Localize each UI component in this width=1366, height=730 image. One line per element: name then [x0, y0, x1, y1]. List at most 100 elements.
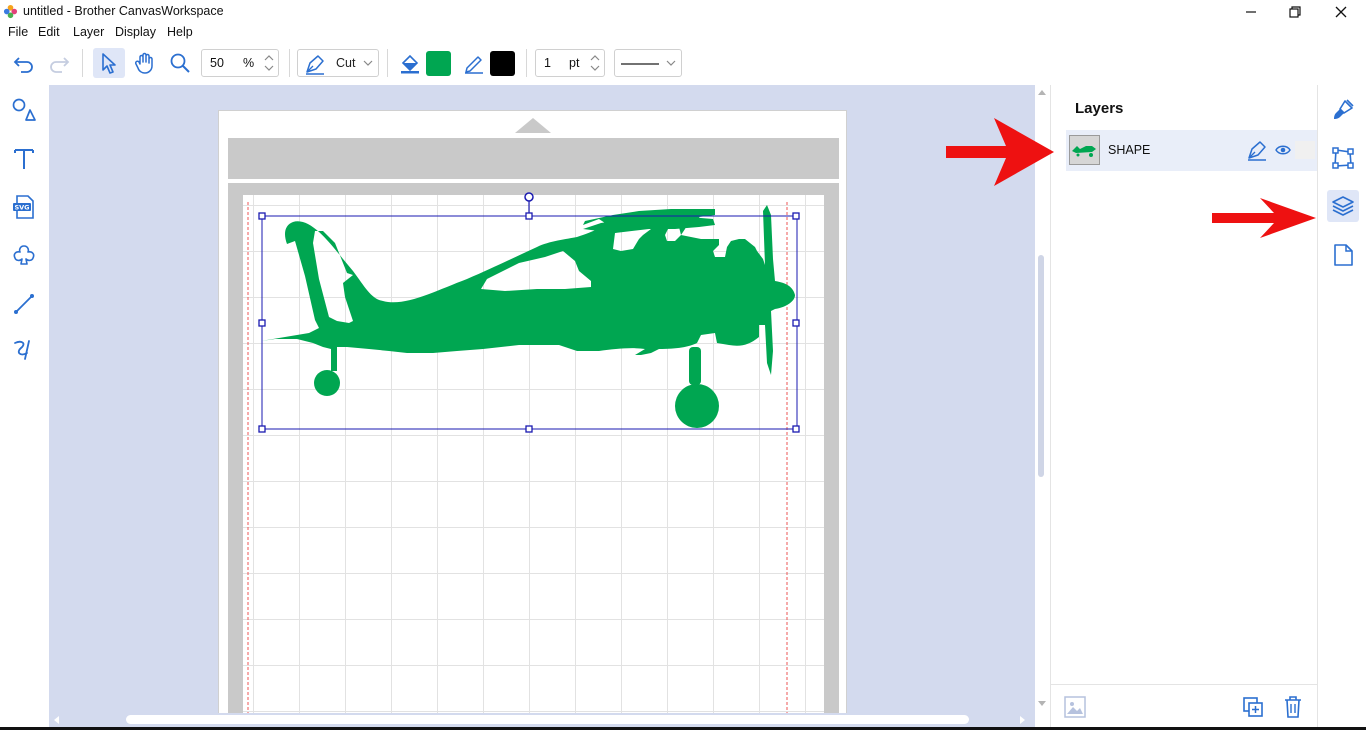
- panel-title: Layers: [1075, 100, 1124, 117]
- scroll-left-icon[interactable]: [53, 716, 59, 724]
- magnifier-icon: [170, 53, 190, 73]
- layer-lock-toggle[interactable]: [1295, 141, 1315, 159]
- menu-layer[interactable]: Layer: [73, 25, 104, 39]
- toolbar-divider: [387, 49, 388, 77]
- horizontal-scroll-thumb[interactable]: [126, 715, 969, 724]
- resize-handle[interactable]: [258, 319, 266, 327]
- main-toolbar: 50 % Cut 1 pt: [0, 43, 1366, 85]
- image-icon[interactable]: [1063, 695, 1087, 719]
- resize-handle[interactable]: [525, 425, 533, 433]
- title-bar: untitled - Brother CanvasWorkspace: [0, 0, 1366, 23]
- layer-row[interactable]: SHAPE: [1066, 130, 1318, 171]
- paint-brush-icon: [1334, 99, 1354, 119]
- horizontal-scrollbar[interactable]: [49, 713, 1035, 727]
- solid-line-icon: [621, 63, 659, 65]
- layer-name: SHAPE: [1108, 143, 1151, 157]
- menu-edit[interactable]: Edit: [38, 25, 60, 39]
- line-width-value: 1: [544, 56, 551, 70]
- transform-icon: [1332, 147, 1354, 169]
- line-tool[interactable]: [10, 290, 38, 318]
- annotation-arrow-icon: [946, 118, 1054, 186]
- layers-panel-footer: [1051, 684, 1318, 727]
- line-color-swatch[interactable]: [490, 51, 515, 76]
- duplicate-icon[interactable]: [1241, 695, 1265, 719]
- right-toolbar: [1317, 85, 1366, 727]
- mode-label: Cut: [336, 56, 356, 70]
- shapes-tool[interactable]: [10, 96, 38, 124]
- airplane-silhouette[interactable]: [261, 205, 795, 428]
- pencil-icon: [465, 56, 483, 74]
- undo-button[interactable]: [8, 48, 40, 78]
- toolbar-divider: [289, 49, 290, 77]
- airplane-thumbnail-icon: [1072, 146, 1096, 157]
- resize-handle[interactable]: [525, 212, 533, 220]
- select-tool-button[interactable]: [93, 48, 125, 78]
- hand-icon: [134, 52, 153, 74]
- minimize-icon: [1246, 10, 1256, 13]
- line-color-tool[interactable]: [458, 48, 490, 78]
- close-icon: [1335, 6, 1347, 17]
- cut-pen-icon[interactable]: [1246, 139, 1268, 161]
- page-settings-button[interactable]: [1327, 239, 1359, 271]
- menu-display[interactable]: Display: [115, 25, 156, 39]
- resize-handle[interactable]: [792, 212, 800, 220]
- layers-button[interactable]: [1327, 190, 1359, 222]
- layer-thumbnail: [1069, 135, 1100, 165]
- menu-file[interactable]: File: [8, 25, 28, 39]
- resize-handle[interactable]: [258, 212, 266, 220]
- app-logo-icon: [3, 4, 18, 19]
- transform-button[interactable]: [1327, 142, 1359, 174]
- trash-icon[interactable]: [1282, 695, 1304, 719]
- text-icon: [14, 149, 34, 169]
- minimize-button[interactable]: [1228, 0, 1274, 23]
- rotate-handle[interactable]: [524, 192, 534, 202]
- outline-shape-tool[interactable]: [10, 242, 38, 270]
- cutting-mat-page: [218, 110, 847, 713]
- mode-dropdown[interactable]: Cut: [297, 49, 379, 77]
- redo-icon: [50, 57, 70, 73]
- close-button[interactable]: [1318, 0, 1364, 23]
- layers-panel: Layers SHAPE: [1050, 85, 1318, 727]
- fill-color-swatch[interactable]: [426, 51, 451, 76]
- text-tool[interactable]: [10, 145, 38, 173]
- zoom-value: 50: [210, 56, 224, 70]
- redo-button[interactable]: [43, 48, 75, 78]
- scroll-right-icon[interactable]: [1020, 716, 1026, 724]
- freehand-icon: [14, 340, 30, 360]
- resize-handle[interactable]: [792, 425, 800, 433]
- resize-handle[interactable]: [258, 425, 266, 433]
- fill-color-tool[interactable]: [394, 48, 426, 78]
- outline-shape-icon: [13, 245, 35, 265]
- stepper-arrows-icon[interactable]: [588, 51, 602, 75]
- vertical-scroll-thumb[interactable]: [1038, 255, 1044, 477]
- zoom-tool-button[interactable]: [164, 48, 196, 78]
- chevron-down-icon: [666, 60, 676, 66]
- resize-handle[interactable]: [792, 319, 800, 327]
- zoom-percent-stepper[interactable]: 50 %: [201, 49, 279, 77]
- selected-shape[interactable]: [219, 111, 848, 713]
- line-style-dropdown[interactable]: [614, 49, 682, 77]
- toolbar-divider: [82, 49, 83, 77]
- undo-icon: [13, 57, 33, 73]
- svg-import-tool[interactable]: SVG: [10, 193, 38, 221]
- chevron-down-icon: [363, 60, 373, 66]
- line-width-stepper[interactable]: 1 pt: [535, 49, 605, 77]
- line-width-unit: pt: [569, 56, 580, 70]
- scroll-down-icon[interactable]: [1038, 701, 1046, 707]
- shapes-icon: [12, 98, 36, 121]
- window-title: untitled - Brother CanvasWorkspace: [23, 4, 224, 18]
- eye-icon[interactable]: [1275, 144, 1291, 156]
- edit-style-button[interactable]: [1327, 94, 1359, 126]
- layers-icon: [1332, 196, 1354, 216]
- line-icon: [14, 294, 34, 314]
- pan-tool-button[interactable]: [129, 48, 161, 78]
- restore-button[interactable]: [1272, 0, 1318, 23]
- svg-import-icon: SVG: [13, 195, 34, 219]
- canvas-workspace[interactable]: [49, 85, 1035, 713]
- scroll-up-icon[interactable]: [1038, 89, 1046, 95]
- annotation-arrow-icon: [1212, 198, 1316, 238]
- stepper-arrows-icon[interactable]: [262, 51, 276, 75]
- page-icon: [1334, 244, 1353, 266]
- freehand-tool[interactable]: [10, 336, 38, 364]
- menu-help[interactable]: Help: [167, 25, 193, 39]
